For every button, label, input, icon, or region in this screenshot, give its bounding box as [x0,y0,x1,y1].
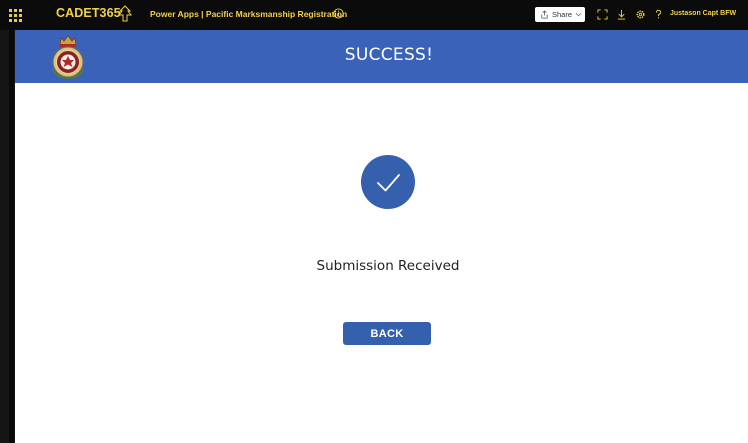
page-title: SUCCESS! [344,45,434,65]
gear-icon[interactable] [635,9,646,20]
brand-name[interactable]: CADET365 [56,6,121,20]
power-apps-topbar: CADET365 Power Apps | Pacific Marksmansh… [0,0,748,30]
fit-to-screen-icon[interactable] [597,9,608,20]
info-icon[interactable] [333,8,344,19]
help-icon[interactable] [653,9,664,20]
download-icon[interactable] [616,9,627,20]
app-header: SUCCESS! [15,30,748,83]
app-launcher-icon[interactable] [7,7,22,22]
chevron-down-icon [575,12,582,17]
checkmark-icon [377,174,400,192]
share-icon [541,10,548,19]
success-check-circle [361,155,415,209]
brand-logo-icon [118,5,132,22]
share-label: Share [552,10,573,19]
user-name[interactable]: Justason Capt BFW [670,10,736,17]
share-button[interactable]: Share [535,7,585,22]
left-panel-border [9,30,14,443]
back-button[interactable]: BACK [343,322,431,345]
app-title: Power Apps | Pacific Marksmanship Regist… [150,9,348,19]
submission-message: Submission Received [316,258,460,274]
